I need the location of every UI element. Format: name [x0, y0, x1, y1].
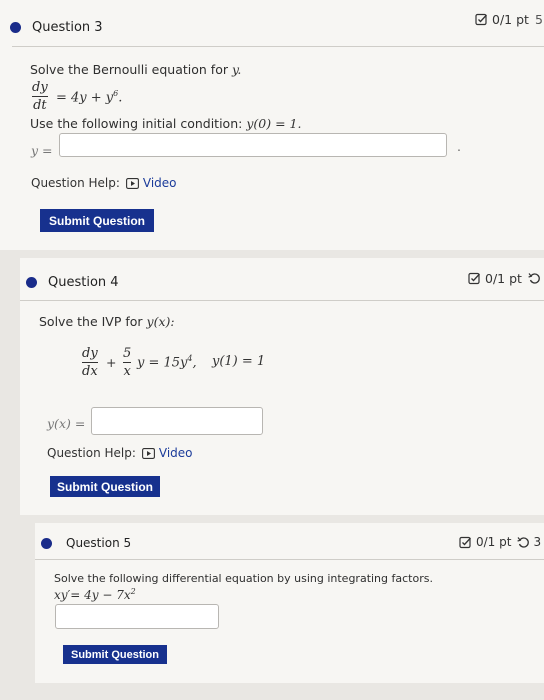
bullet-icon — [41, 537, 52, 549]
problem-prompt: Solve the Bernoulli equation for y. — [30, 62, 242, 77]
divider — [12, 46, 544, 47]
score-badge: 0/1 pt — [468, 271, 541, 286]
initial-condition: Use the following initial condition: y(0… — [30, 116, 302, 131]
score-badge: 0/1 pt 5 — [475, 12, 543, 27]
question-help: Question Help: Video — [31, 176, 177, 190]
score-text: 0/1 pt — [492, 12, 529, 27]
derivative-fraction: dy dx — [82, 346, 98, 379]
retry-icon[interactable] — [517, 536, 530, 549]
attempts-count: 3 — [533, 535, 542, 549]
initial-condition: y(1) = 1 — [212, 354, 266, 369]
checkbox-edit-icon — [468, 272, 480, 285]
answer-input[interactable] — [59, 133, 447, 157]
video-play-icon — [141, 447, 155, 459]
equation-rhs: y = 15y4, — [137, 354, 197, 371]
bullet-icon — [10, 22, 21, 33]
video-link[interactable]: Video — [125, 176, 177, 190]
equation-plus: + — [106, 355, 117, 370]
differential-equation: xy′= 4y − 7x2 — [54, 587, 136, 602]
answer-label: y(x) = — [47, 416, 86, 431]
problem-prompt: Solve the IVP for y(x): — [39, 314, 175, 329]
derivative-fraction: dy dt — [32, 80, 48, 113]
video-play-icon — [125, 177, 139, 189]
problem-prompt: Solve the following differential equatio… — [54, 572, 433, 585]
answer-input[interactable] — [91, 407, 263, 435]
score-badge: 0/1 pt 3 — [459, 535, 541, 549]
question-title: Question 4 — [48, 275, 119, 290]
question-title: Question 5 — [66, 536, 132, 550]
question-help: Question Help: Video — [47, 446, 193, 460]
coefficient-fraction: 5x — [123, 346, 132, 379]
answer-input[interactable] — [55, 604, 219, 629]
question-5-card: Question 5 0/1 pt 3 Solve the following … — [35, 523, 544, 683]
submit-question-button[interactable]: Submit Question — [63, 645, 167, 664]
question-5-header: Question 5 — [41, 536, 131, 550]
submit-question-button[interactable]: Submit Question — [40, 209, 154, 232]
answer-suffix: . — [457, 139, 461, 154]
bullet-icon — [26, 277, 37, 288]
question-3-header: Question 3 — [10, 20, 103, 35]
question-3-card: Question 3 0/1 pt 5 Solve the Bernoulli … — [0, 0, 544, 250]
equation-rhs: = 4y + y6. — [56, 89, 123, 106]
submit-question-button[interactable]: Submit Question — [50, 476, 160, 497]
question-4-header: Question 4 — [26, 275, 119, 290]
question-title: Question 3 — [32, 20, 103, 35]
score-text: 0/1 pt — [476, 535, 512, 549]
retry-icon[interactable] — [528, 272, 541, 285]
divider — [35, 559, 544, 560]
score-text: 0/1 pt — [485, 271, 522, 286]
checkbox-edit-icon — [459, 536, 471, 548]
partial-retry-indicator: 5 — [534, 12, 543, 27]
question-4-card: Question 4 0/1 pt Solve the IVP for y(x)… — [20, 258, 544, 515]
answer-label: y = — [31, 143, 53, 158]
video-link[interactable]: Video — [141, 446, 193, 460]
checkbox-edit-icon — [475, 13, 487, 26]
divider — [20, 300, 544, 301]
